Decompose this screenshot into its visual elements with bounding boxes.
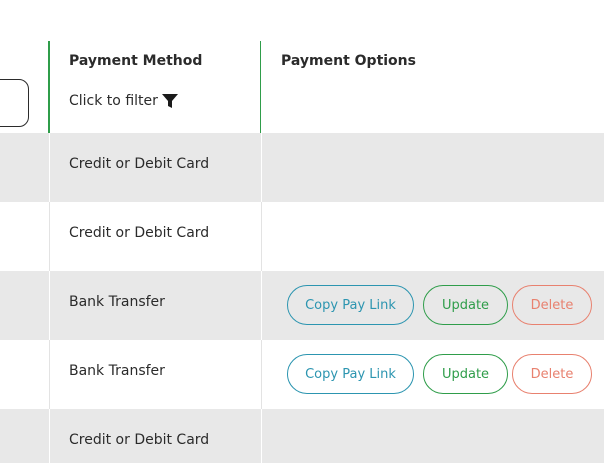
copy-pay-link-button[interactable]: Copy Pay Link [287, 354, 414, 394]
funnel-icon [161, 94, 178, 108]
truncated-filter-input[interactable] [0, 79, 29, 127]
payment-method-header: Payment Method [69, 53, 203, 69]
payments-table: Payment Method Payment Options Click to … [0, 0, 604, 463]
delete-button[interactable]: Delete [512, 285, 592, 325]
table-row: Credit or Debit Card [0, 202, 604, 271]
payment-method-cell: Bank Transfer [69, 363, 165, 379]
table-row: Bank Transfer Copy Pay Link Update Delet… [0, 340, 604, 409]
filter-label: Click to filter [69, 93, 158, 109]
filter-toggle[interactable]: Click to filter [69, 93, 178, 109]
payment-method-cell: Credit or Debit Card [69, 156, 210, 172]
payment-method-cell: Credit or Debit Card [69, 432, 210, 448]
copy-pay-link-button[interactable]: Copy Pay Link [287, 285, 414, 325]
payment-method-cell: Bank Transfer [69, 294, 165, 310]
table-row: Credit or Debit Card [0, 133, 604, 202]
update-button[interactable]: Update [423, 354, 508, 394]
table-row: Bank Transfer Copy Pay Link Update Delet… [0, 271, 604, 340]
table-row: Credit or Debit Card [0, 409, 604, 463]
delete-button[interactable]: Delete [512, 354, 592, 394]
update-button[interactable]: Update [423, 285, 508, 325]
payment-method-cell: Credit or Debit Card [69, 225, 210, 241]
payment-options-header: Payment Options [281, 53, 416, 69]
